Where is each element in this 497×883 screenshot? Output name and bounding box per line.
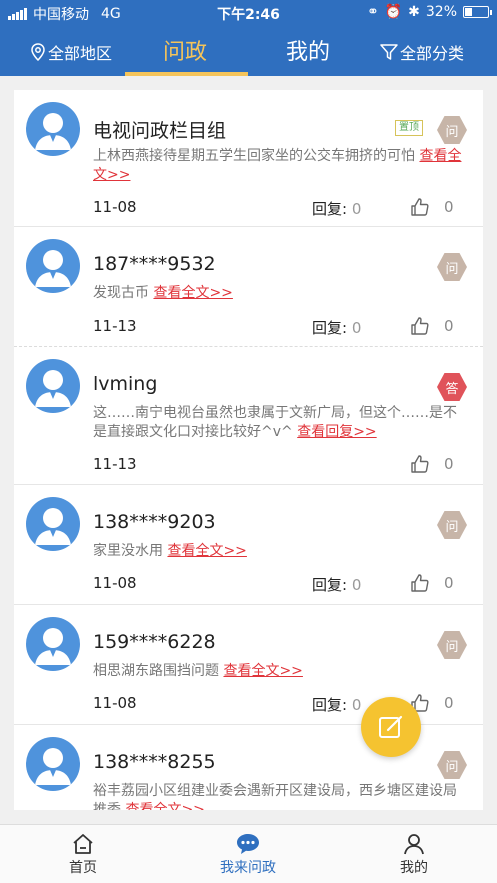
like-count: 0 xyxy=(444,455,454,473)
post-date: 11-08 xyxy=(93,574,137,592)
question-badge: 问 xyxy=(437,751,467,779)
pinned-tag: 置顶 xyxy=(395,120,423,136)
list-item[interactable]: 187****9532 问 发现古币 查看全文>> 11-13 回复: 0 0 xyxy=(14,227,483,347)
list-item[interactable]: lvming 答 这……南宁电视台虽然也隶属于文新广局，但这个……是不是直接跟文… xyxy=(14,347,483,485)
thumbs-up-icon xyxy=(411,574,429,592)
rotation-lock-icon: ⚭ xyxy=(366,4,379,20)
post-author: 187****9532 xyxy=(93,253,216,275)
region-filter-button[interactable]: 全部地区 xyxy=(30,40,112,64)
avatar xyxy=(26,102,80,156)
post-author: 138****8255 xyxy=(93,751,216,773)
compose-icon xyxy=(379,715,403,738)
reply-number: 0 xyxy=(351,319,362,337)
post-text: 上林西燕接待星期五学生回家坐的公交车拥挤的可怕 xyxy=(93,148,415,164)
tab-mine-label: 我的 xyxy=(400,860,428,876)
post-author: 138****9203 xyxy=(93,511,216,533)
top-navbar: 全部地区 问政 我的 全部分类 xyxy=(0,26,497,76)
post-date: 11-13 xyxy=(93,455,137,473)
thumbs-up-icon xyxy=(411,455,429,473)
post-list[interactable]: 电视问政栏目组 置顶 问 上林西燕接待星期五学生回家坐的公交车拥挤的可怕 查看全… xyxy=(14,90,483,810)
post-text: 相思湖东路围挡问题 xyxy=(93,663,219,679)
post-content: 裕丰荔园小区组建业委会遇新开区建设局，西乡塘区建设局推委 查看全文>> xyxy=(93,782,465,810)
question-badge: 问 xyxy=(437,511,467,539)
battery-percent: 32% xyxy=(425,4,457,20)
tab-mine-bottom[interactable]: 我的 xyxy=(364,831,464,877)
post-content: 家里没水用 查看全文>> xyxy=(93,542,465,561)
like-button[interactable]: 0 xyxy=(410,316,454,336)
avatar xyxy=(26,239,80,293)
view-full-link[interactable]: 查看全文>> xyxy=(167,543,246,559)
like-count: 0 xyxy=(444,317,454,335)
post-content: 发现古币 查看全文>> xyxy=(93,284,465,303)
tab-home[interactable]: 首页 xyxy=(33,831,133,877)
filter-icon xyxy=(380,44,398,60)
post-text: 家里没水用 xyxy=(93,543,163,559)
like-button[interactable]: 0 xyxy=(410,693,454,713)
question-badge: 问 xyxy=(437,631,467,659)
active-tab-indicator xyxy=(125,72,248,76)
reply-count: 回复: 0 xyxy=(312,574,361,595)
post-content: 相思湖东路围挡问题 查看全文>> xyxy=(93,662,465,681)
post-text: 发现古币 xyxy=(93,285,149,301)
post-author: 159****6228 xyxy=(93,631,216,653)
region-filter-label: 全部地区 xyxy=(48,44,113,63)
tab-home-label: 首页 xyxy=(69,860,97,876)
status-bar: 中国移动 4G 下午2:46 ⚭ ⏰ ✱ 32% xyxy=(0,0,497,26)
reply-number: 0 xyxy=(351,696,362,714)
thumbs-up-icon xyxy=(411,317,429,335)
like-count: 0 xyxy=(444,574,454,592)
like-count: 0 xyxy=(444,198,454,216)
avatar xyxy=(26,617,80,671)
reply-label: 回复: xyxy=(312,696,348,714)
question-badge: 问 xyxy=(437,116,467,144)
thumbs-up-icon xyxy=(411,198,429,216)
category-filter-button[interactable]: 全部分类 xyxy=(380,40,464,64)
reply-number: 0 xyxy=(351,576,362,594)
reply-number: 0 xyxy=(351,200,362,218)
tab-ask[interactable]: 问政 xyxy=(163,34,207,66)
alarm-icon: ⏰ xyxy=(384,4,403,20)
location-pin-icon xyxy=(31,43,45,61)
bottom-tab-bar: 首页 我来问政 我的 xyxy=(0,824,497,883)
like-button[interactable]: 0 xyxy=(410,454,454,474)
post-content: 上林西燕接待星期五学生回家坐的公交车拥挤的可怕 查看全文>> xyxy=(93,147,465,185)
post-text: 这……南宁电视台虽然也隶属于文新广局，但这个……是不是直接跟文化口对接比较好^v… xyxy=(93,405,457,440)
view-reply-link[interactable]: 查看回复>> xyxy=(297,424,376,440)
question-badge: 问 xyxy=(437,253,467,281)
avatar xyxy=(26,359,80,413)
reply-count: 回复: 0 xyxy=(312,317,361,338)
home-icon xyxy=(73,834,93,854)
post-date: 11-08 xyxy=(93,198,137,216)
like-count: 0 xyxy=(444,694,454,712)
tab-mine[interactable]: 我的 xyxy=(286,34,330,66)
avatar xyxy=(26,737,80,791)
post-content: 这……南宁电视台虽然也隶属于文新广局，但这个……是不是直接跟文化口对接比较好^v… xyxy=(93,404,465,442)
reply-label: 回复: xyxy=(312,319,348,337)
reply-count: 回复: 0 xyxy=(312,694,361,715)
post-author: lvming xyxy=(93,373,158,395)
reply-count: 回复: 0 xyxy=(312,198,361,219)
compose-button[interactable] xyxy=(361,697,421,757)
chat-bubble-icon xyxy=(237,834,259,854)
reply-label: 回复: xyxy=(312,200,348,218)
view-full-link[interactable]: 查看全文>> xyxy=(223,663,302,679)
post-author: 电视问政栏目组 xyxy=(93,120,227,142)
tab-ask-label: 我来问政 xyxy=(220,860,276,876)
post-date: 11-08 xyxy=(93,694,137,712)
person-icon xyxy=(404,834,424,855)
post-date: 11-13 xyxy=(93,317,137,335)
battery-icon xyxy=(463,6,492,18)
tab-ask-bottom[interactable]: 我来问政 xyxy=(198,831,298,877)
list-item[interactable]: 电视问政栏目组 置顶 问 上林西燕接待星期五学生回家坐的公交车拥挤的可怕 查看全… xyxy=(14,90,483,227)
view-full-link[interactable]: 查看全文>> xyxy=(153,285,232,301)
like-button[interactable]: 0 xyxy=(410,573,454,593)
bluetooth-icon: ✱ xyxy=(408,4,420,20)
category-filter-label: 全部分类 xyxy=(400,44,465,63)
answer-badge: 答 xyxy=(437,373,467,401)
list-item[interactable]: 138****9203 问 家里没水用 查看全文>> 11-08 回复: 0 0 xyxy=(14,485,483,605)
view-full-link[interactable]: 查看全文>> xyxy=(125,802,204,810)
avatar xyxy=(26,497,80,551)
like-button[interactable]: 0 xyxy=(410,197,454,217)
reply-label: 回复: xyxy=(312,576,348,594)
